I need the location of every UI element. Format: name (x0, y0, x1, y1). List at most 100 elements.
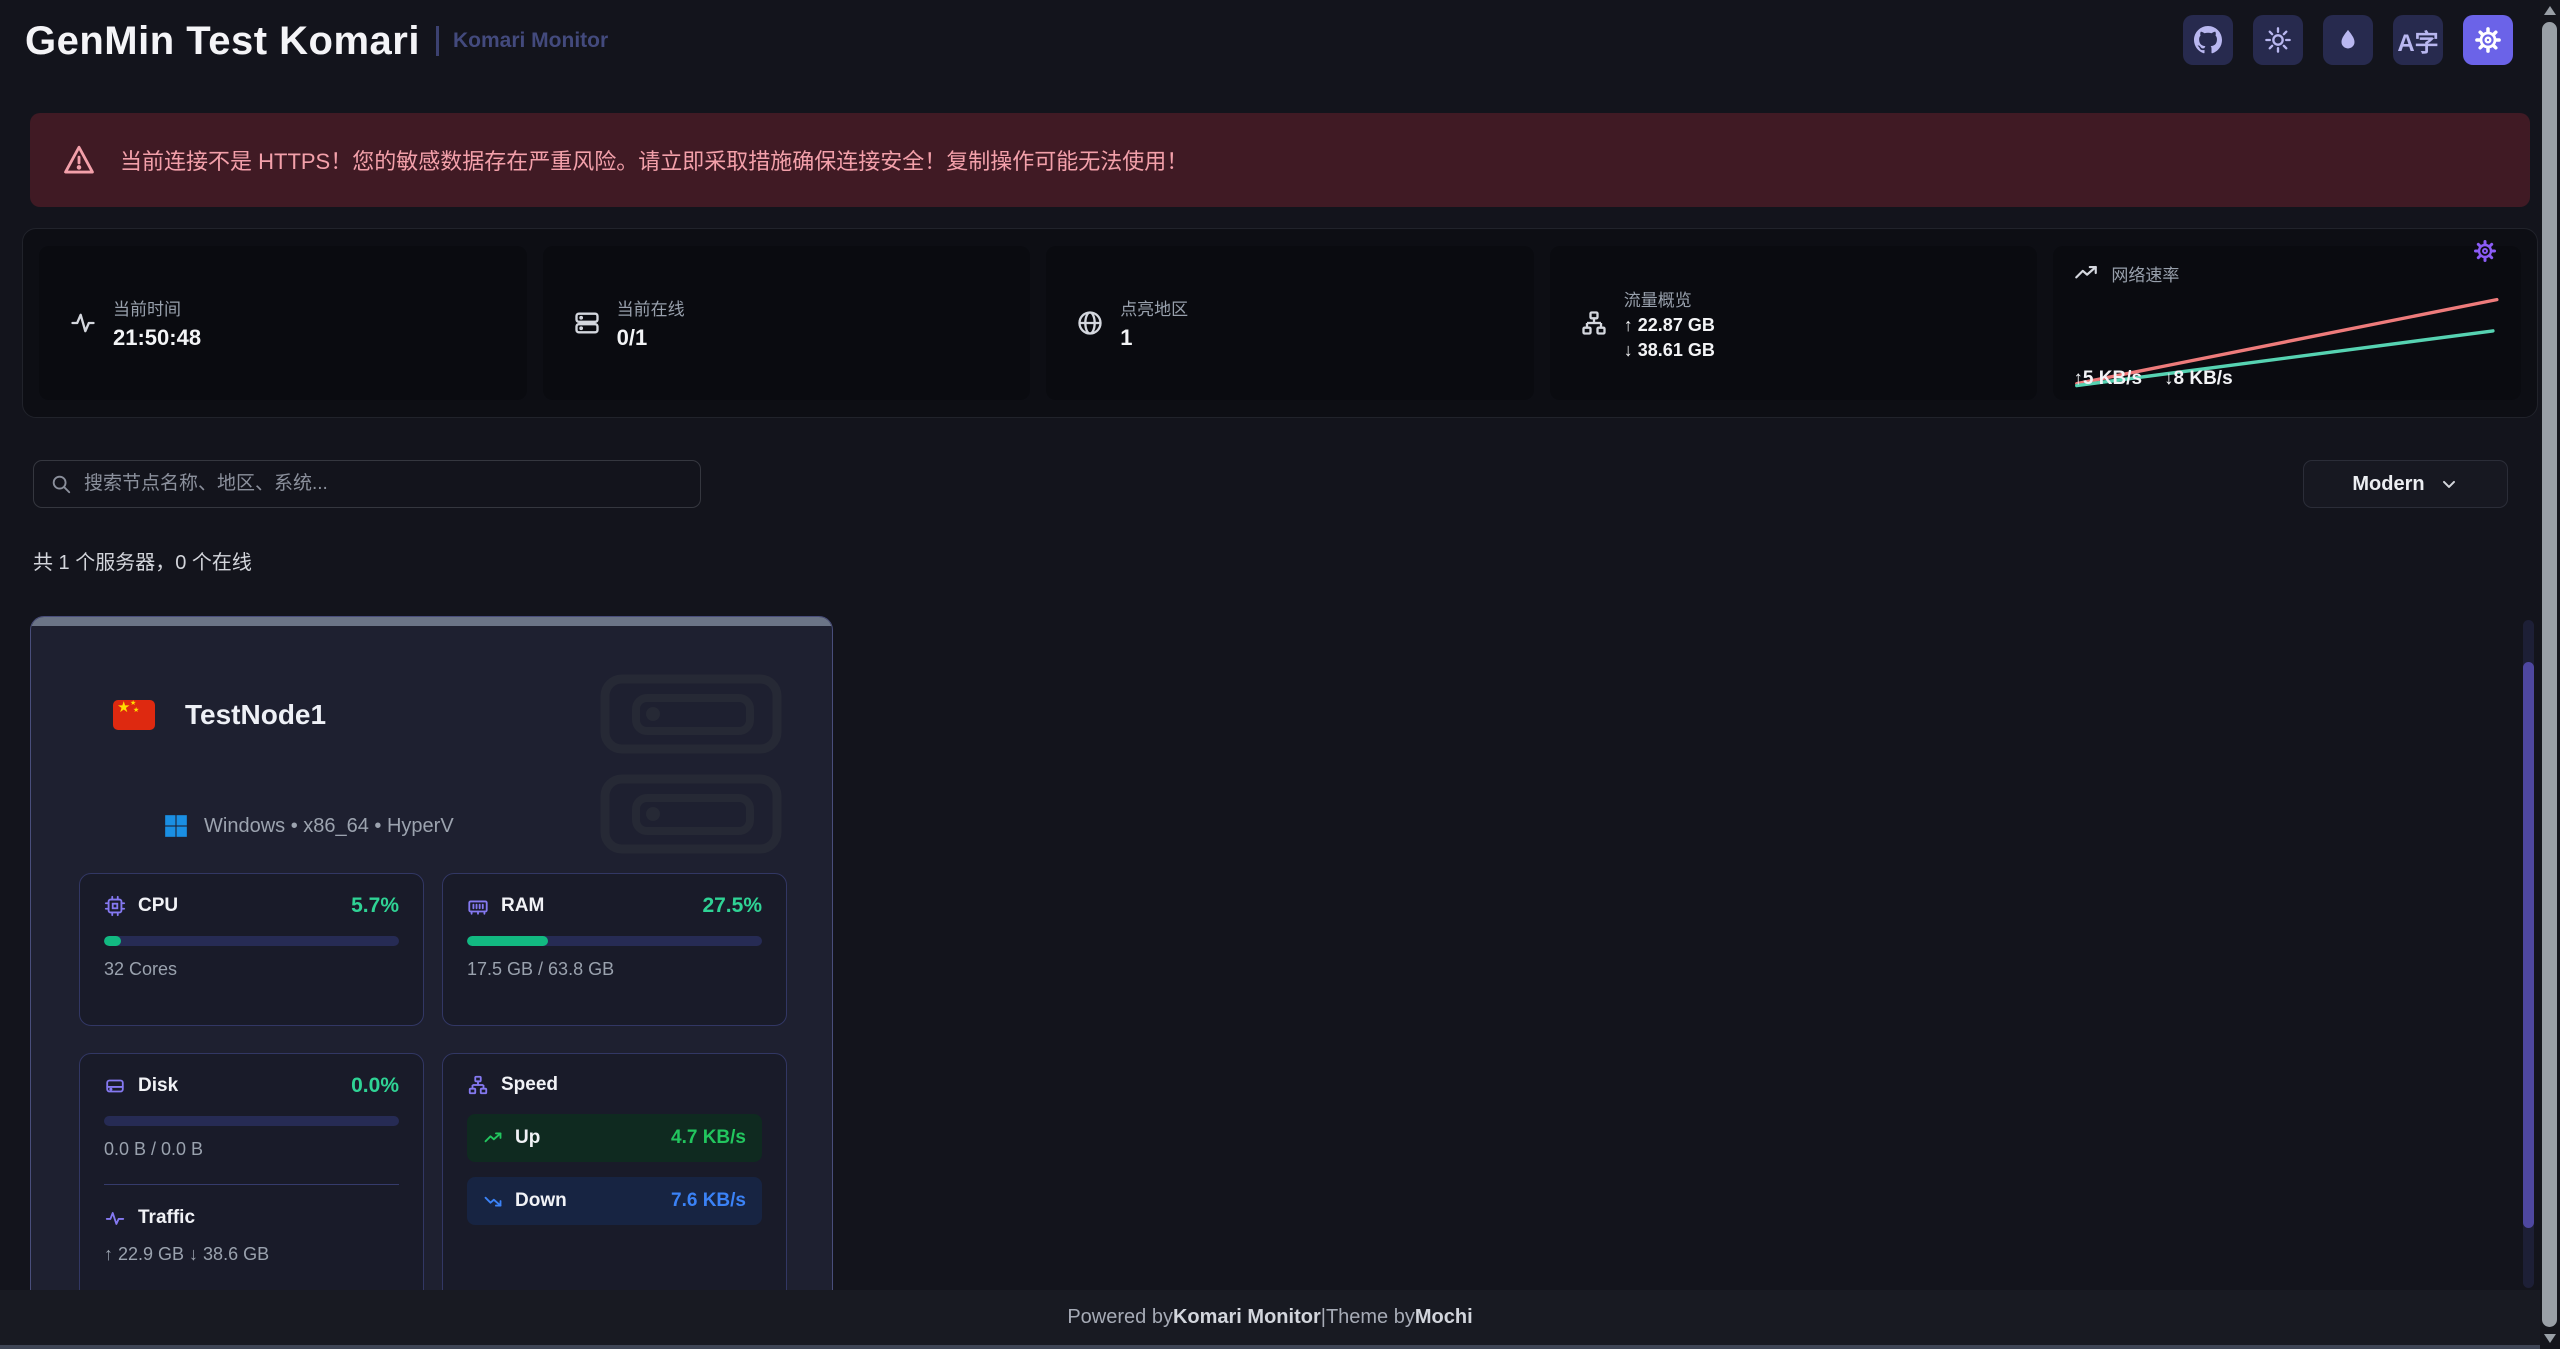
stat-value: 1 (1120, 325, 1188, 351)
trending-down-icon (483, 1191, 503, 1211)
language-button[interactable]: A字 (2393, 15, 2443, 65)
windows-logo-icon (163, 813, 189, 839)
status-bar-offline (31, 617, 832, 626)
speed-down-label: Down (515, 1190, 567, 1212)
https-warning-banner: 当前连接不是 HTTPS！您的敏感数据存在严重风险。请立即采取措施确保连接安全！… (30, 113, 2530, 207)
caption-up: ↑5 KB/s (2073, 368, 2142, 390)
stat-label: 点亮地区 (1120, 295, 1188, 320)
speed-label: Speed (501, 1074, 558, 1096)
server-icon (573, 309, 601, 337)
pulse-icon (104, 1207, 126, 1229)
ram-progress-fill (467, 936, 548, 946)
stat-card-traffic: 流量概览 ↑ 22.87 GB ↓ 38.61 GB (1550, 246, 2038, 400)
os-info-text: Windows • x86_64 • HyperV (204, 815, 454, 838)
stats-settings-gear-icon[interactable] (2473, 239, 2497, 268)
speed-down-row: Down 7.6 KB/s (467, 1177, 762, 1225)
footer: Powered by Komari Monitor | Theme by Moc… (0, 1290, 2540, 1345)
language-icon: A字 (2397, 23, 2438, 58)
trending-up-icon (2073, 260, 2099, 286)
bottom-edge-strip (0, 1345, 2540, 1349)
view-mode-select[interactable]: Modern (2303, 460, 2508, 508)
footer-prefix: Powered by (1067, 1306, 1173, 1329)
ram-progress-bar (467, 936, 762, 946)
theme-toggle-button[interactable] (2253, 15, 2303, 65)
stat-value: 0/1 (617, 325, 685, 351)
stat-card-regions: 点亮地区 1 (1046, 246, 1534, 400)
server-name: TestNode1 (185, 699, 326, 731)
activity-icon (69, 309, 97, 337)
speed-up-value: 4.7 KB/s (671, 1127, 746, 1149)
stat-label: 当前在线 (617, 295, 685, 320)
speed-up-row: Up 4.7 KB/s (467, 1114, 762, 1162)
search-input[interactable] (84, 473, 684, 495)
cpu-sub-text: 32 Cores (104, 959, 399, 980)
traffic-up-value: ↑ 22.87 GB (1624, 315, 1715, 336)
subtitle-wrap: Komari Monitor (436, 26, 608, 56)
settings-button[interactable] (2463, 15, 2513, 65)
cpu-progress-bar (104, 936, 399, 946)
chevron-down-icon (2439, 474, 2459, 494)
warning-text: 当前连接不是 HTTPS！您的敏感数据存在严重风险。请立即采取措施确保连接安全！… (120, 144, 1188, 176)
stat-card-network-rate: 网络速率 ↑5 KB/s ↓8 KB/s (2053, 246, 2521, 400)
scrollbar-up-arrow[interactable] (2544, 6, 2556, 15)
cpu-icon (104, 895, 126, 917)
content-scrollbar-thumb[interactable] (2523, 662, 2534, 1228)
ram-label: RAM (501, 895, 544, 917)
disk-progress-bar (104, 1116, 399, 1126)
traffic-value: ↑ 22.9 GB ↓ 38.6 GB (104, 1244, 399, 1265)
traffic-down-value: ↓ 38.61 GB (1624, 340, 1715, 361)
network-icon (467, 1074, 489, 1096)
cpu-label: CPU (138, 895, 178, 917)
warning-icon (62, 143, 96, 177)
stat-label: 当前时间 (113, 295, 201, 320)
ram-metric-box: RAM 27.5% 17.5 GB / 63.8 GB (442, 873, 787, 1026)
browser-scrollbar[interactable] (2540, 0, 2560, 1349)
header-actions: A字 (2183, 15, 2513, 65)
droplet-icon (2335, 27, 2361, 53)
app-header: GenMin Test Komari Komari Monitor (0, 0, 2500, 82)
disk-label: Disk (138, 1075, 178, 1097)
page-title: GenMin Test Komari (25, 19, 420, 64)
server-card-testnode1[interactable]: ★ ★ ★ TestNode1 Windows • x86_64 • Hyper… (30, 616, 833, 1316)
speed-up-label: Up (515, 1127, 540, 1149)
ram-icon (467, 895, 489, 917)
content-scrollbar-track[interactable] (2523, 620, 2534, 1288)
sun-icon (2264, 26, 2292, 54)
divider (104, 1184, 399, 1185)
footer-brand: Komari Monitor (1173, 1306, 1321, 1329)
scrollbar-thumb[interactable] (2542, 22, 2557, 1327)
search-icon (50, 473, 72, 495)
stat-label: 网络速率 (2111, 261, 2179, 286)
globe-icon (1076, 309, 1104, 337)
stat-card-time: 当前时间 21:50:48 (39, 246, 527, 400)
appearance-button[interactable] (2323, 15, 2373, 65)
disk-icon (104, 1075, 126, 1097)
network-icon (1580, 309, 1608, 337)
app-subtitle: Komari Monitor (453, 29, 608, 53)
trending-up-icon (483, 1128, 503, 1148)
search-box (33, 460, 701, 508)
stat-value: 21:50:48 (113, 325, 201, 351)
server-rack-watermark-icon (600, 674, 782, 859)
ram-sub-text: 17.5 GB / 63.8 GB (467, 959, 762, 980)
stats-section: 当前时间 21:50:48 当前在线 0/1 点亮地区 1 流量概览 ↑ 22.… (22, 228, 2538, 418)
caption-down: ↓8 KB/s (2164, 368, 2233, 390)
github-button[interactable] (2183, 15, 2233, 65)
stat-label: 流量概览 (1624, 286, 1715, 311)
traffic-label: Traffic (138, 1207, 195, 1229)
china-flag-icon: ★ ★ ★ (113, 700, 155, 730)
stat-card-online: 当前在线 0/1 (543, 246, 1031, 400)
network-rate-caption: ↑5 KB/s ↓8 KB/s (2073, 368, 2232, 390)
disk-percent: 0.0% (351, 1074, 399, 1098)
speed-metric-box: Speed Up 4.7 KB/s Down 7.6 KB/s (442, 1053, 787, 1303)
gear-icon (2474, 26, 2502, 54)
cpu-progress-fill (104, 936, 121, 946)
os-info-row: Windows • x86_64 • HyperV (163, 813, 454, 839)
view-mode-label: Modern (2352, 473, 2424, 496)
footer-theme-brand: Mochi (1415, 1306, 1473, 1329)
github-icon (2194, 26, 2222, 54)
speed-down-value: 7.6 KB/s (671, 1190, 746, 1212)
scrollbar-down-arrow[interactable] (2544, 1334, 2556, 1343)
cpu-percent: 5.7% (351, 894, 399, 918)
controls-row: Modern (33, 460, 2508, 508)
